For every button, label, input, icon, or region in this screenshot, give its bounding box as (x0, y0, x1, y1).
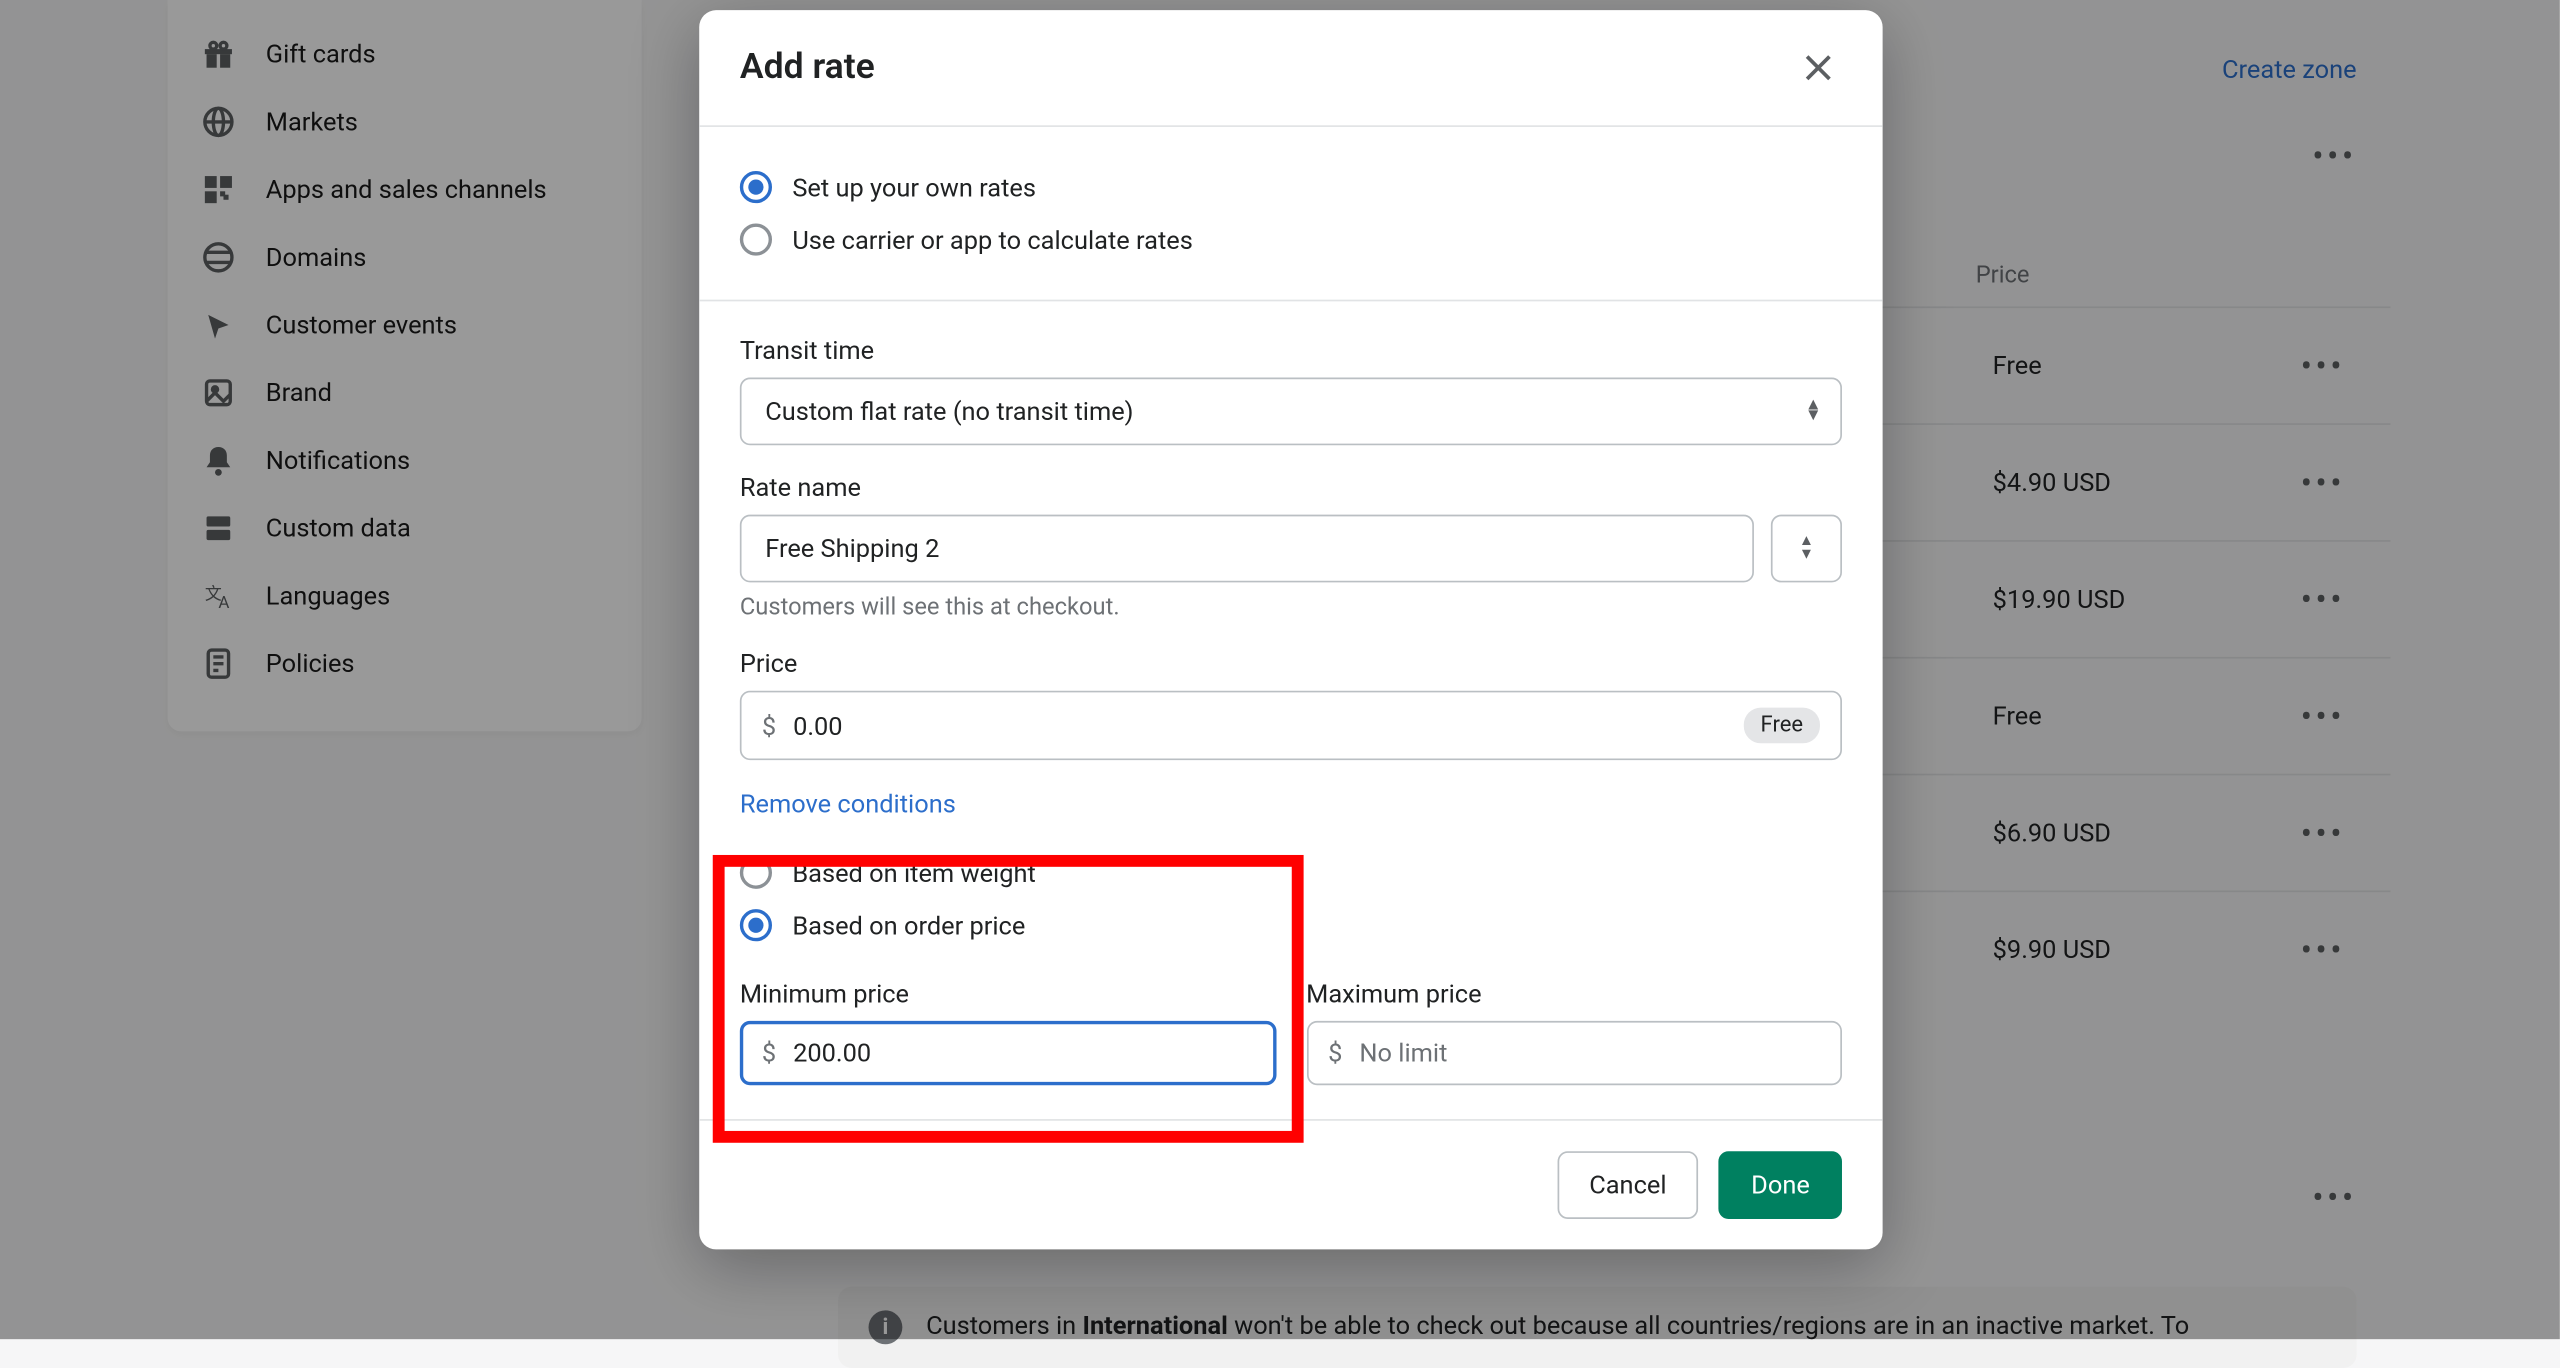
close-icon (1800, 49, 1837, 86)
rate-details-section: Transit time Custom flat rate (no transi… (699, 301, 1882, 1119)
min-price-input-wrap[interactable]: $ (740, 1021, 1276, 1085)
done-button[interactable]: Done (1719, 1151, 1842, 1219)
rate-name-stepper[interactable]: ▲▼ (1771, 515, 1842, 583)
radio-carrier-rates[interactable]: Use carrier or app to calculate rates (740, 213, 1842, 265)
free-badge: Free (1744, 708, 1820, 744)
remove-conditions-link[interactable]: Remove conditions (740, 789, 956, 819)
add-rate-modal: Add rate Set up your own rates Use carri… (699, 10, 1882, 1249)
rate-name-input[interactable] (740, 515, 1754, 583)
min-price-input[interactable] (793, 1038, 1254, 1068)
min-price-field: Minimum price $ (740, 979, 1276, 1086)
radio-own-rates[interactable]: Set up your own rates (740, 161, 1842, 213)
transit-time-select-wrap: Custom flat rate (no transit time) ▲▼ (740, 378, 1842, 446)
radio-based-on-weight[interactable]: Based on item weight (740, 847, 1842, 899)
radio-label: Based on item weight (792, 858, 1035, 888)
radio-based-on-price[interactable]: Based on order price (740, 899, 1842, 951)
rate-name-label: Rate name (740, 472, 1842, 502)
radio-label: Use carrier or app to calculate rates (792, 224, 1193, 254)
transit-time-label: Transit time (740, 335, 1842, 365)
currency-prefix: $ (1328, 1038, 1342, 1068)
modal-title: Add rate (740, 47, 875, 88)
radio-icon (740, 909, 772, 941)
max-price-label: Maximum price (1306, 979, 1842, 1009)
max-price-input[interactable] (1359, 1038, 1820, 1068)
modal-header: Add rate (699, 10, 1882, 125)
transit-time-select[interactable]: Custom flat rate (no transit time) (740, 378, 1842, 446)
radio-label: Set up your own rates (792, 172, 1036, 202)
price-label: Price (740, 648, 1842, 678)
radio-label: Based on order price (792, 910, 1025, 940)
rate-type-section: Set up your own rates Use carrier or app… (699, 127, 1882, 300)
min-price-label: Minimum price (740, 979, 1276, 1009)
price-input[interactable] (793, 710, 1744, 740)
max-price-input-wrap[interactable]: $ (1306, 1021, 1842, 1085)
radio-icon (740, 857, 772, 889)
currency-prefix: $ (762, 1038, 776, 1068)
radio-icon (740, 171, 772, 203)
radio-icon (740, 223, 772, 255)
price-input-wrap[interactable]: $ Free (740, 691, 1842, 760)
max-price-field: Maximum price $ (1306, 979, 1842, 1086)
cancel-button[interactable]: Cancel (1557, 1151, 1699, 1219)
currency-prefix: $ (762, 710, 776, 740)
modal-footer: Cancel Done (699, 1119, 1882, 1249)
close-button[interactable] (1795, 44, 1842, 91)
rate-name-help: Customers will see this at checkout. (740, 594, 1842, 621)
